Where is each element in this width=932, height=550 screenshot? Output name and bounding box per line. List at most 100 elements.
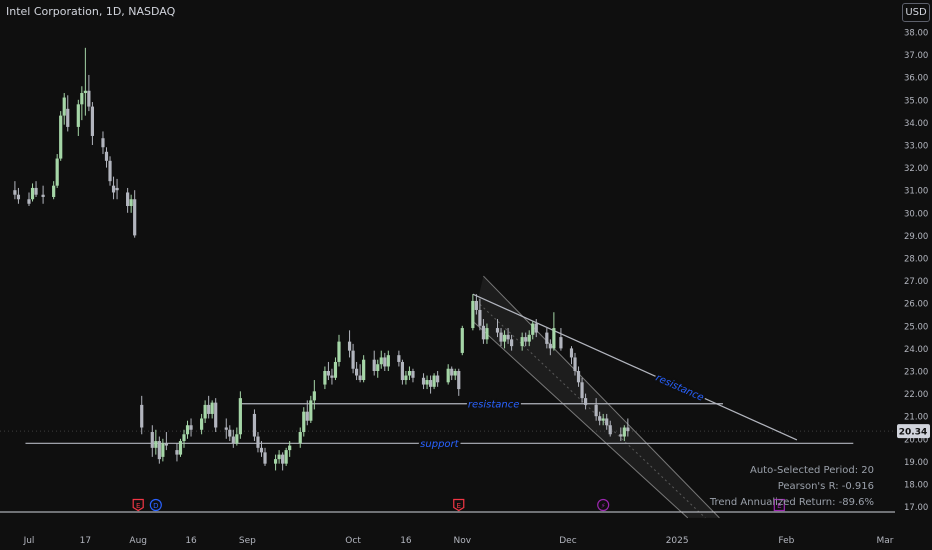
candle xyxy=(330,368,334,385)
y-tick-label: 31.00 xyxy=(904,187,928,197)
candle xyxy=(210,400,214,419)
stat-trend-return: Trend Annualized Return: -89.6% xyxy=(709,497,874,508)
candle xyxy=(111,176,116,200)
candle-body xyxy=(471,300,475,329)
candle xyxy=(298,427,302,448)
candle-body xyxy=(200,418,204,430)
candle-body xyxy=(16,194,21,200)
candle xyxy=(182,429,186,448)
candle-body xyxy=(302,411,306,433)
candle-body xyxy=(436,375,440,383)
candle-body xyxy=(210,402,214,414)
candle-body xyxy=(407,371,412,376)
candle xyxy=(133,190,137,238)
candle xyxy=(59,111,63,161)
candle xyxy=(252,409,257,442)
candle xyxy=(140,395,144,435)
candle xyxy=(404,371,408,385)
candle xyxy=(108,156,112,186)
candle-body xyxy=(425,380,429,385)
candle xyxy=(87,74,91,112)
candle xyxy=(115,178,119,200)
candle xyxy=(90,102,95,145)
annotation-label-resistance: resistance xyxy=(654,373,705,404)
candle xyxy=(284,447,288,466)
candle xyxy=(27,192,31,207)
candle-body xyxy=(323,371,327,385)
candle-body xyxy=(52,185,56,197)
candle-body xyxy=(446,368,450,383)
candle xyxy=(302,407,306,437)
candle-body xyxy=(580,382,584,399)
candle-body xyxy=(404,375,408,381)
candle-body xyxy=(411,371,415,378)
candle xyxy=(62,93,66,125)
candle xyxy=(281,452,285,471)
candle xyxy=(41,185,45,204)
candle-body xyxy=(30,187,35,200)
x-tick-label: Oct xyxy=(345,536,361,546)
candle-body xyxy=(256,436,260,448)
candle-body xyxy=(386,355,390,367)
last-price-label: 20.34 xyxy=(899,428,927,438)
candle-body xyxy=(495,328,500,333)
candle xyxy=(231,429,235,448)
candle-body xyxy=(510,339,514,347)
x-tick-label: Dec xyxy=(559,536,576,546)
candle-body xyxy=(569,348,574,358)
candle-body xyxy=(337,341,341,362)
candle-body xyxy=(485,328,489,340)
candle-body xyxy=(281,454,285,464)
candle-body xyxy=(453,371,457,376)
candle-body xyxy=(355,368,359,376)
y-tick-label: 26.00 xyxy=(904,300,928,310)
stat-pearson: Pearson's R: -0.916 xyxy=(777,481,874,492)
candle-body xyxy=(506,334,510,340)
candle xyxy=(66,95,70,132)
y-tick-label: 29.00 xyxy=(904,232,928,242)
candle-body xyxy=(622,427,626,437)
candle-body xyxy=(372,359,376,371)
candle xyxy=(55,154,59,188)
candle-body xyxy=(330,375,334,378)
candle-body xyxy=(432,375,436,387)
x-tick-label: Sep xyxy=(239,536,256,546)
candle-body xyxy=(263,452,267,464)
candle-body xyxy=(583,398,588,405)
currency-button[interactable]: USD xyxy=(902,3,930,22)
candle-body xyxy=(531,323,535,335)
candle-body xyxy=(481,325,486,340)
candle xyxy=(355,361,359,381)
candle-body xyxy=(326,371,331,376)
candle-body xyxy=(552,328,556,349)
candle-body xyxy=(126,192,130,207)
candle xyxy=(154,429,158,455)
candle xyxy=(351,343,355,374)
candle-body xyxy=(175,450,179,455)
candle xyxy=(425,375,429,390)
candle-body xyxy=(573,357,577,371)
candle xyxy=(277,450,281,464)
y-tick-label: 30.00 xyxy=(904,209,928,219)
candle-body xyxy=(383,357,387,367)
candle xyxy=(411,368,415,383)
candle xyxy=(362,355,366,383)
candle xyxy=(207,395,211,419)
candle-body xyxy=(520,337,524,347)
event-label: E xyxy=(136,502,140,510)
candle-body xyxy=(104,151,109,161)
y-tick-label: 21.00 xyxy=(904,413,928,423)
candle-body xyxy=(400,361,404,381)
x-tick-label: 17 xyxy=(80,536,91,546)
candle-body xyxy=(499,332,503,342)
y-tick-label: 22.00 xyxy=(904,390,928,400)
candle xyxy=(457,368,461,396)
x-tick-label: Aug xyxy=(129,536,147,546)
candle-body xyxy=(203,404,207,419)
candle xyxy=(400,359,404,385)
candle xyxy=(358,364,362,383)
trend-stats: Auto-Selected Period: 20 Pearson's R: -0… xyxy=(710,463,874,511)
candle xyxy=(446,364,450,385)
candle xyxy=(263,447,267,466)
candle-body xyxy=(284,450,288,464)
